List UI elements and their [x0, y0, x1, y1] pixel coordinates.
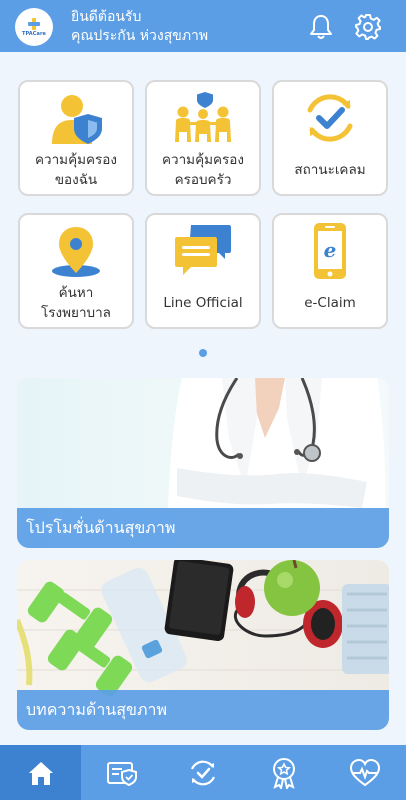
greeting-username: คุณประกัน ห่วงสุขภาพ	[71, 28, 209, 44]
heart-pulse-icon	[349, 758, 380, 786]
person-shield-icon	[52, 95, 102, 144]
page-indicator-dot[interactable]	[199, 349, 207, 357]
nav-home[interactable]	[0, 745, 81, 800]
article-caption: บทความด้านสุขภาพ	[17, 690, 389, 730]
family-coverage-label: ความคุ้มครอง ครอบครัว	[161, 152, 244, 188]
check-refresh-icon	[307, 94, 353, 142]
award-ribbon-icon	[272, 757, 295, 789]
greeting-line1: ยินดีต้อนรับ	[71, 9, 142, 25]
line-official-tile[interactable]: Line Official	[145, 213, 261, 329]
nav-health[interactable]	[324, 745, 405, 800]
claim-status-tile[interactable]: สถานะเคลม	[272, 80, 388, 196]
nav-policy[interactable]	[81, 745, 162, 800]
find-hospital-label: ค้นหา โรงพยาบาล	[41, 285, 111, 321]
chat-bubbles-icon	[175, 225, 231, 275]
app-logo: TPACare	[15, 8, 53, 46]
nav-rewards[interactable]	[243, 745, 324, 800]
home-icon	[28, 761, 53, 785]
map-pin-icon	[52, 227, 100, 277]
health-article-banner[interactable]: บทความด้านสุขภาพ	[17, 560, 389, 730]
svg-text:e: e	[324, 238, 337, 262]
logo-text: TPACare	[21, 30, 47, 37]
logo-cross-icon	[28, 17, 40, 30]
claim-status-label: สถานะเคลม	[294, 162, 366, 178]
app-header: TPACare ยินดีต้อนรับ คุณประกัน ห่วงสุขภา…	[0, 0, 406, 52]
line-official-label: Line Official	[163, 295, 243, 311]
family-shield-icon	[175, 92, 231, 142]
e-claim-tile[interactable]: e e-Claim	[272, 213, 388, 329]
bottom-navigation	[0, 745, 406, 800]
promo-caption: โปรโมชั่นด้านสุขภาพ	[17, 508, 389, 548]
find-hospital-tile[interactable]: ค้นหา โรงพยาบาล	[18, 213, 134, 329]
family-coverage-tile[interactable]: ความคุ้มครอง ครอบครัว	[145, 80, 261, 196]
check-refresh-icon	[190, 760, 215, 785]
my-coverage-label: ความคุ้มครอง ของฉัน	[34, 152, 117, 188]
bell-icon[interactable]	[307, 13, 335, 41]
health-promotion-banner[interactable]: โปรโมชั่นด้านสุขภาพ	[17, 378, 389, 548]
smartphone-e-icon: e	[314, 223, 346, 279]
greeting: ยินดีต้อนรับ คุณประกัน ห่วงสุขภาพ	[71, 8, 208, 46]
my-coverage-tile[interactable]: ความคุ้มครอง ของฉัน	[18, 80, 134, 196]
nav-claim-status[interactable]	[162, 745, 243, 800]
e-claim-label: e-Claim	[304, 295, 356, 311]
policy-card-icon	[106, 761, 137, 786]
gear-icon[interactable]	[354, 13, 382, 41]
